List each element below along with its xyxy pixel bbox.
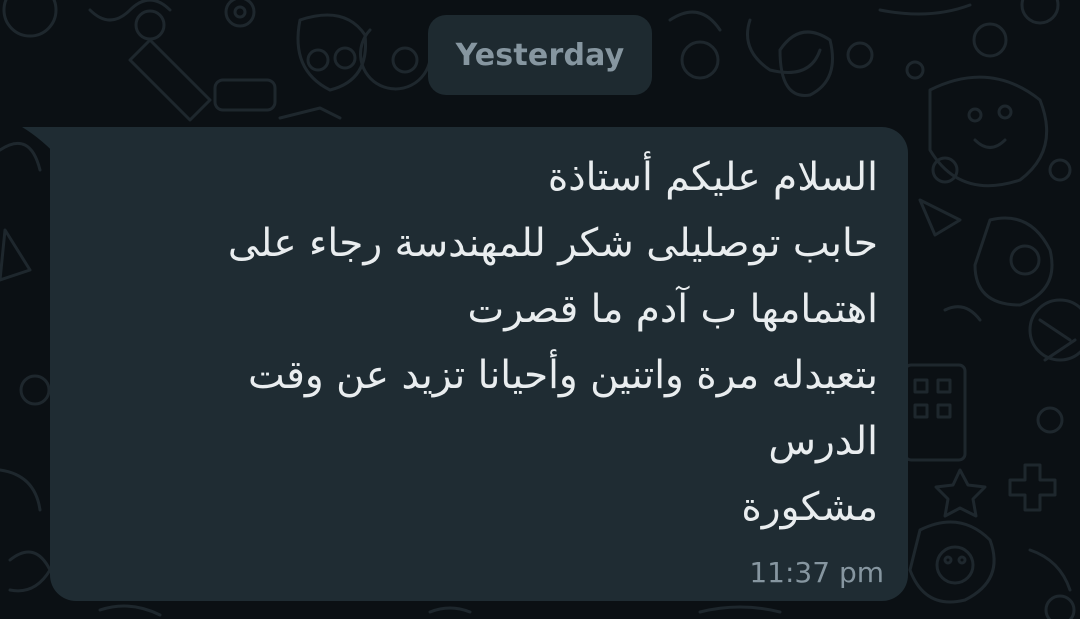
date-separator-chip: Yesterday [428, 15, 652, 95]
message-timestamp: 11:37 pm [749, 556, 884, 589]
incoming-message-bubble[interactable]: السلام عليكم أستاذة حابب توصليلى شكر للم… [50, 127, 908, 601]
date-separator-label: Yesterday [455, 37, 625, 73]
message-line: بتعيدله مرة واتنين وأحيانا تزيد عن وقت [247, 353, 878, 398]
message-line: مشكورة [741, 485, 878, 530]
message-line: حابب توصليلى شكر للمهندسة رجاء على [227, 221, 878, 266]
message-line: السلام عليكم أستاذة [547, 155, 878, 200]
message-text: السلام عليكم أستاذة حابب توصليلى شكر للم… [158, 145, 878, 541]
message-line: اهتمامها ب آدم ما قصرت [467, 287, 878, 332]
message-line: الدرس [768, 419, 878, 464]
